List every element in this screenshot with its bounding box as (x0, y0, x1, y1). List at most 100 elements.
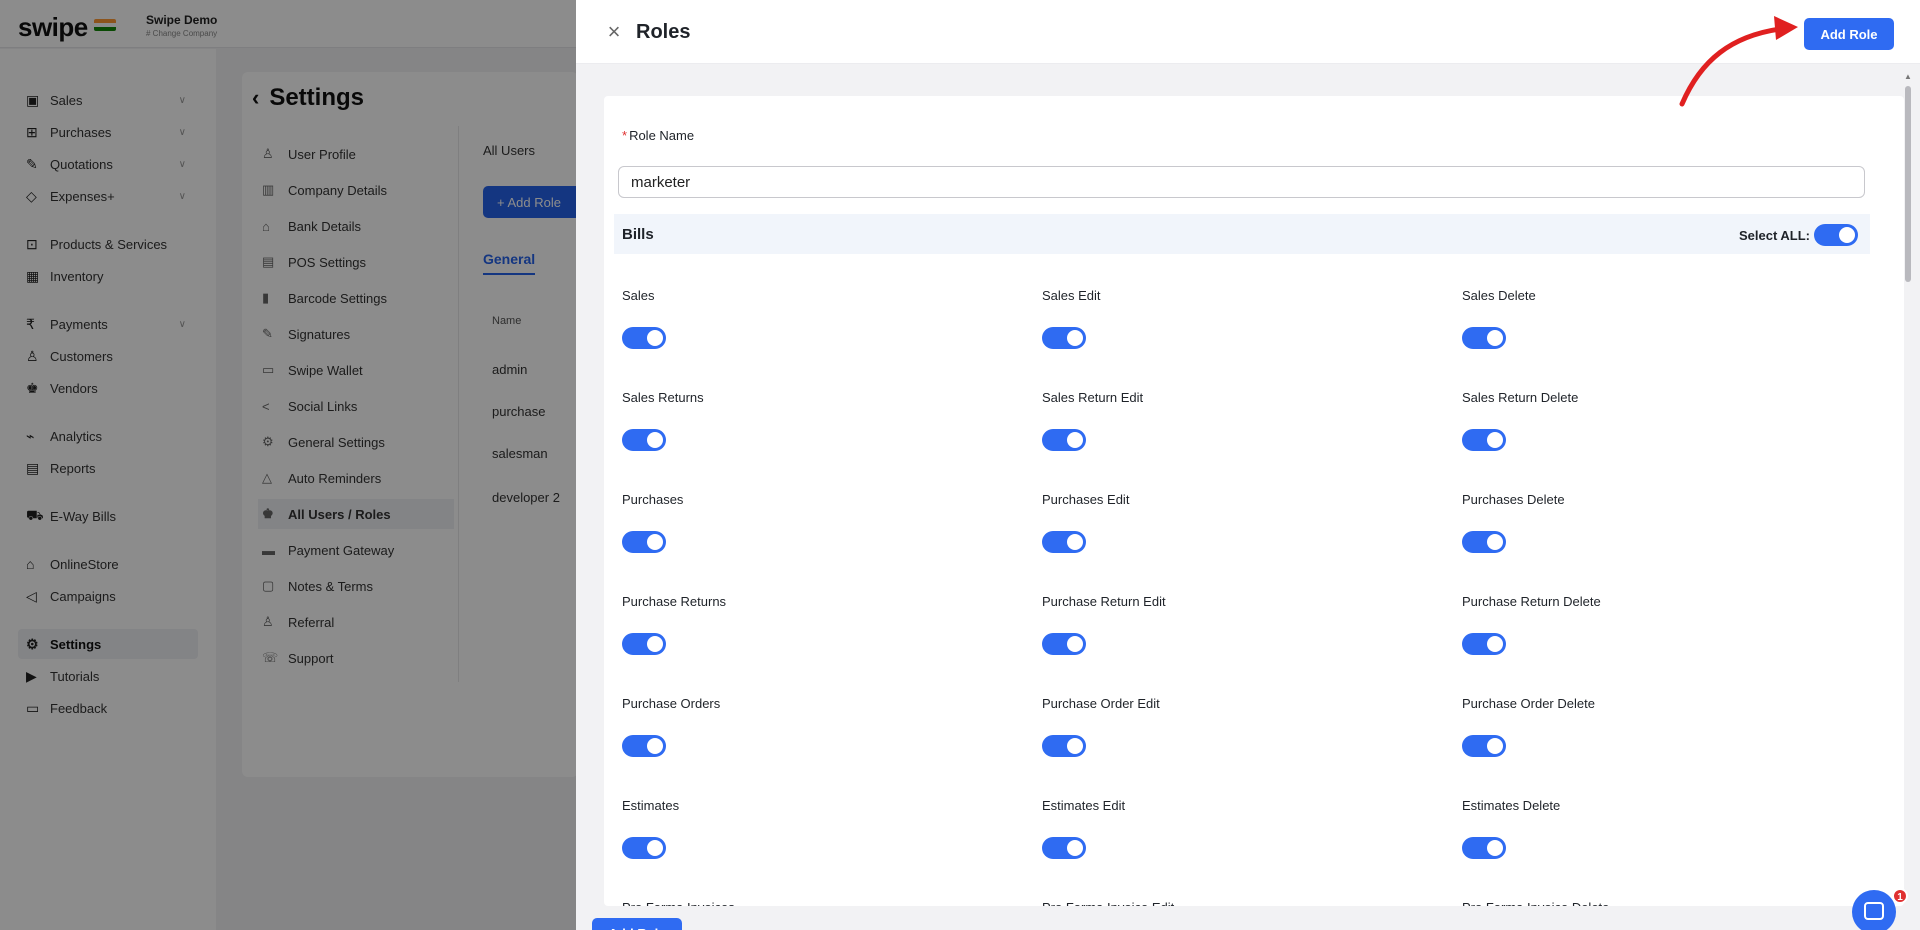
permission-item: Sales Return Delete (1462, 390, 1842, 460)
permission-label: Sales Delete (1462, 288, 1536, 303)
close-icon[interactable]: × (602, 20, 626, 44)
permission-toggle[interactable] (622, 837, 666, 859)
permission-item: Sales Delete (1462, 288, 1842, 358)
permission-label: Purchases Edit (1042, 492, 1130, 507)
select-all-toggle[interactable] (1814, 224, 1858, 246)
permission-item: Estimates (622, 798, 1002, 868)
scroll-thumb[interactable] (1905, 86, 1911, 282)
permission-toggle[interactable] (1042, 735, 1086, 757)
permission-item: Purchase Order Edit (1042, 696, 1422, 766)
permission-item: Sales Edit (1042, 288, 1422, 358)
permission-toggle[interactable] (1462, 429, 1506, 451)
permission-item: Sales Returns (622, 390, 1002, 460)
permission-item: Purchase Order Delete (1462, 696, 1842, 766)
permission-item: Purchase Return Edit (1042, 594, 1422, 664)
permission-label: Purchase Order Delete (1462, 696, 1595, 711)
bills-section-header: Bills Select ALL: (614, 214, 1870, 254)
role-form: *Role Name Bills Select ALL: Sales Sales … (604, 96, 1904, 906)
toggle-knob (1487, 738, 1503, 754)
permission-label: Sales (622, 288, 655, 303)
permission-toggle[interactable] (1042, 837, 1086, 859)
permission-toggle[interactable] (622, 531, 666, 553)
toggle-knob (647, 330, 663, 346)
toggle-knob (1067, 636, 1083, 652)
permission-toggle[interactable] (1042, 633, 1086, 655)
scrollbar[interactable]: ▲ (1904, 70, 1912, 930)
permission-item: Pro Forma Invoices (622, 900, 1002, 906)
permission-label: Estimates Edit (1042, 798, 1126, 813)
permission-item: Purchase Orders (622, 696, 1002, 766)
permission-label: Purchase Return Delete (1462, 594, 1601, 609)
permission-item: Purchase Returns (622, 594, 1002, 664)
drawer-title: Roles (636, 21, 691, 43)
toggle-knob (1067, 738, 1083, 754)
permission-toggle[interactable] (1462, 531, 1506, 553)
permission-toggle[interactable] (1462, 327, 1506, 349)
role-name-input[interactable] (618, 166, 1865, 198)
scroll-up-icon[interactable]: ▲ (1904, 72, 1912, 81)
permission-label: Pro Forma Invoices (622, 900, 735, 906)
permission-item: Estimates Edit (1042, 798, 1422, 868)
permission-label: Purchase Orders (622, 696, 721, 711)
permission-label: Estimates (622, 798, 680, 813)
permission-toggle[interactable] (622, 327, 666, 349)
toggle-knob (647, 840, 663, 856)
role-name-label-text: Role Name (629, 128, 695, 143)
toggle-knob (1067, 840, 1083, 856)
annotation-arrow-icon (1679, 16, 1798, 107)
permission-toggle[interactable] (1462, 633, 1506, 655)
permission-toggle[interactable] (1462, 837, 1506, 859)
permission-label: Estimates Delete (1462, 798, 1561, 813)
permission-toggle[interactable] (1042, 429, 1086, 451)
toggle-knob (1487, 840, 1503, 856)
section-title: Bills (622, 226, 654, 243)
permission-item: Sales (622, 288, 1002, 358)
permission-toggle[interactable] (1042, 531, 1086, 553)
toggle-knob (1839, 227, 1855, 243)
permission-item: Purchase Return Delete (1462, 594, 1842, 664)
permission-item: Purchases (622, 492, 1002, 562)
toggle-knob (647, 738, 663, 754)
toggle-knob (1487, 432, 1503, 448)
select-all-label: Select ALL: (1738, 227, 1810, 243)
select-all: Select ALL: (1739, 224, 1858, 246)
add-role-button[interactable]: Add Role (1804, 18, 1894, 50)
toggle-knob (647, 432, 663, 448)
permission-item: Purchases Delete (1462, 492, 1842, 562)
permission-item: Pro Forma Invoice Edit (1042, 900, 1422, 906)
permission-item: Estimates Delete (1462, 798, 1842, 868)
permission-label: Purchases Delete (1462, 492, 1565, 507)
permission-item: Pro Forma Invoice Delete (1462, 900, 1842, 906)
toggle-knob (1487, 330, 1503, 346)
permission-label: Sales Returns (622, 390, 704, 405)
permission-item: Sales Return Edit (1042, 390, 1422, 460)
toggle-knob (1067, 534, 1083, 550)
permission-label: Purchase Returns (622, 594, 727, 609)
permission-label: Sales Edit (1042, 288, 1101, 303)
role-name-label: * Role Name (622, 128, 694, 143)
permission-label: Purchases (622, 492, 684, 507)
toggle-knob (647, 636, 663, 652)
toggle-knob (1067, 432, 1083, 448)
toggle-knob (647, 534, 663, 550)
permission-toggle[interactable] (1462, 735, 1506, 757)
toggle-knob (1487, 534, 1503, 550)
toggle-knob (1067, 330, 1083, 346)
permission-label: Pro Forma Invoice Edit (1042, 900, 1174, 906)
footer-add-role-button[interactable]: Add Role (592, 918, 682, 930)
permission-toggle[interactable] (1042, 327, 1086, 349)
required-marker: * (622, 128, 628, 143)
roles-drawer: × Roles Add Role *Role Name Bills Select… (576, 0, 1920, 930)
permission-toggle[interactable] (622, 429, 666, 451)
chat-icon (1864, 902, 1884, 920)
permission-toggle[interactable] (622, 735, 666, 757)
chat-button[interactable] (1852, 890, 1896, 930)
permission-toggle[interactable] (622, 633, 666, 655)
toggle-knob (1487, 636, 1503, 652)
permission-label: Purchase Order Edit (1042, 696, 1160, 711)
permission-item: Purchases Edit (1042, 492, 1422, 562)
notification-badge: 1 (1892, 888, 1908, 904)
permission-label: Sales Return Edit (1042, 390, 1144, 405)
permission-label: Purchase Return Edit (1042, 594, 1166, 609)
permission-label: Pro Forma Invoice Delete (1462, 900, 1609, 906)
